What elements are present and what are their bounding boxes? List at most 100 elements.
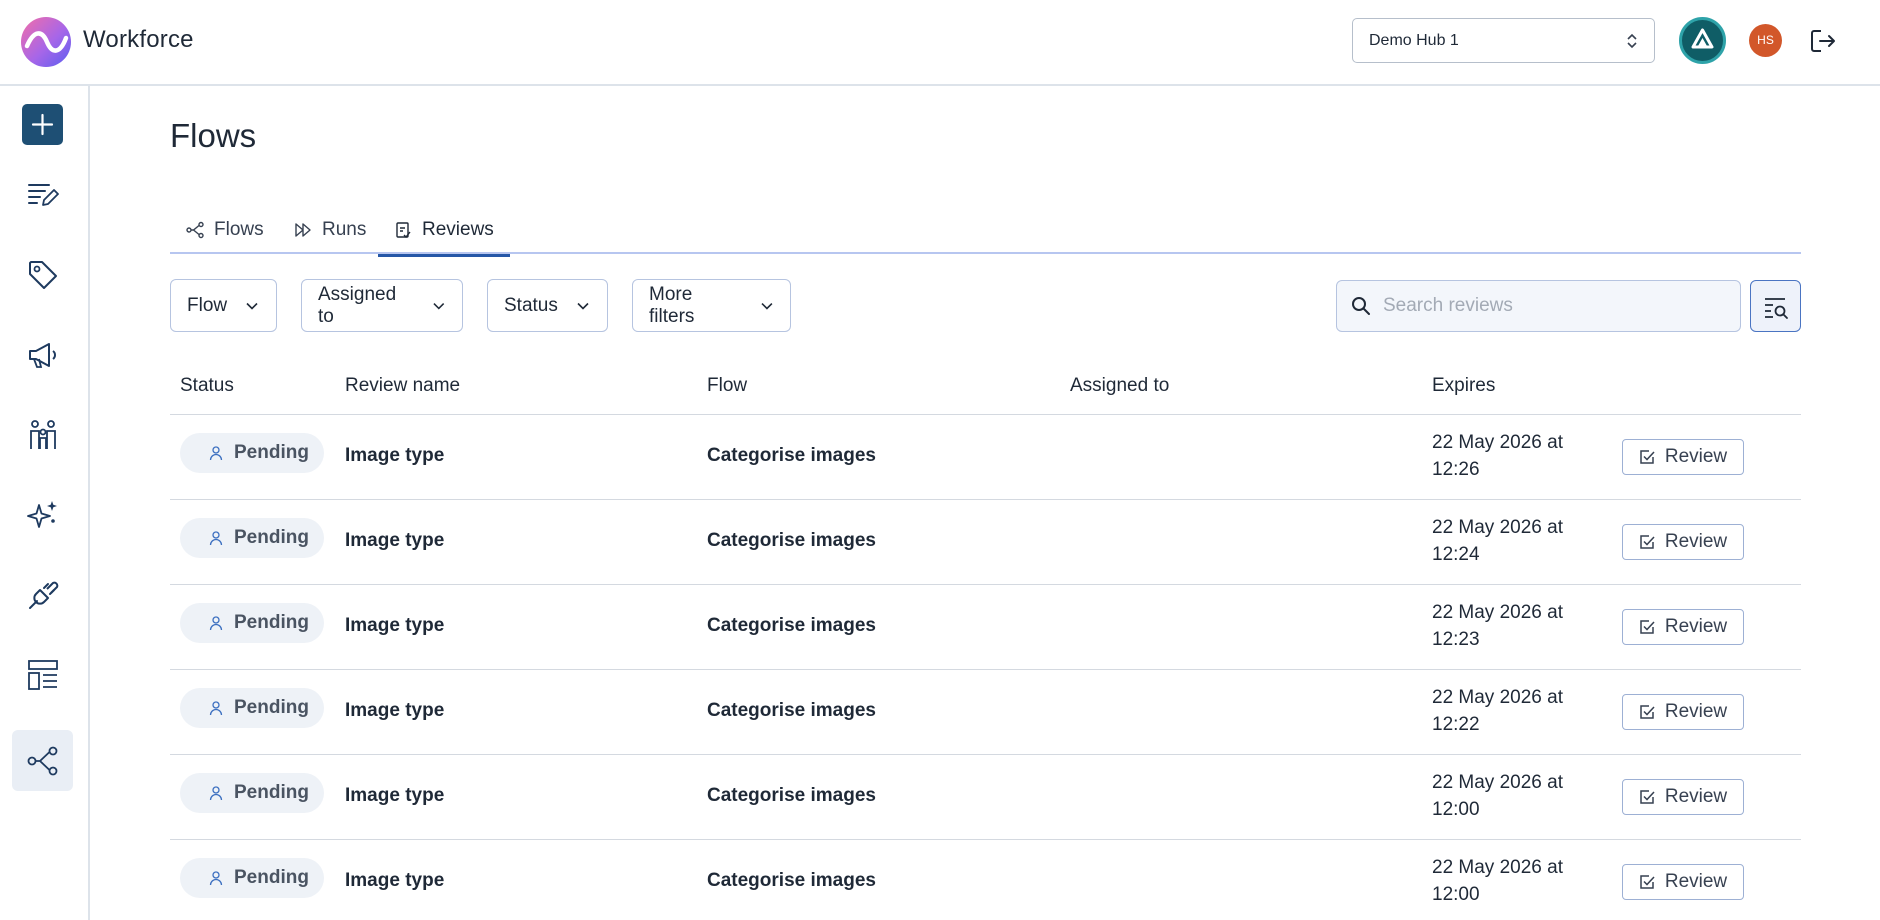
page-title: Flows — [170, 117, 257, 154]
review-button[interactable]: Review — [1622, 694, 1744, 730]
status-badge: Pending — [180, 518, 324, 558]
review-button-label: Review — [1664, 871, 1728, 892]
flow-name: Categorise images — [707, 785, 876, 806]
expires-line-1: 22 May 2026 at — [1432, 687, 1563, 708]
sidebar-item-templates[interactable] — [12, 644, 73, 705]
status-badge: Pending — [180, 603, 324, 643]
checkbox-icon — [1640, 789, 1655, 804]
review-button-label: Review — [1664, 616, 1728, 637]
review-name: Image type — [345, 785, 445, 806]
expires-line-1: 22 May 2026 at — [1432, 772, 1563, 793]
filter-status[interactable]: Status — [487, 279, 608, 332]
share-nodes-icon — [27, 746, 58, 776]
sidebar-item-tasks[interactable] — [12, 164, 73, 225]
org-avatar[interactable] — [1679, 17, 1726, 64]
tab-bar: Flows Runs Reviews — [170, 206, 1801, 257]
expires-date: 22 May 2026 at 12:26 — [1432, 429, 1582, 483]
flow-name: Categorise images — [707, 870, 876, 891]
person-icon — [209, 701, 223, 716]
user-avatar[interactable]: HS — [1749, 24, 1782, 57]
sidebar — [0, 86, 90, 920]
review-name: Image type — [345, 615, 445, 636]
column-header-flow: Flow — [707, 375, 748, 396]
app-name: Workforce — [83, 26, 194, 53]
edit-list-icon — [28, 184, 59, 206]
review-button-label: Review — [1664, 531, 1728, 552]
filter-assigned-to[interactable]: Assigned to — [301, 279, 463, 332]
review-button-label: Review — [1664, 701, 1728, 722]
expires-line-2: 12:00 — [1432, 884, 1480, 905]
review-button-label: Review — [1664, 786, 1728, 807]
person-icon — [209, 871, 223, 886]
filter-flow-label: Flow — [187, 294, 228, 316]
status-badge-label: Pending — [234, 527, 309, 548]
sidebar-item-create[interactable] — [22, 104, 63, 145]
table-row: Pending Image type Categorise images 22 … — [170, 500, 1801, 585]
sparkle-icon — [27, 501, 57, 528]
expires-line-2: 12:24 — [1432, 544, 1480, 565]
reviews-table: Status Review name Flow Assigned to Expi… — [170, 360, 1801, 920]
table-row: Pending Image type Categorise images 22 … — [170, 840, 1801, 920]
hub-select[interactable]: Demo Hub 1 — [1352, 18, 1655, 63]
status-badge-label: Pending — [234, 442, 309, 463]
tab-runs-label: Runs — [322, 219, 367, 240]
filter-more-label: More filters — [649, 283, 695, 327]
expires-line-2: 12:26 — [1432, 459, 1480, 480]
expires-line-1: 22 May 2026 at — [1432, 432, 1563, 453]
sidebar-item-flows[interactable] — [12, 730, 73, 791]
review-name: Image type — [345, 700, 445, 721]
clipboard-check-icon — [396, 222, 411, 239]
expires-date: 22 May 2026 at 12:00 — [1432, 854, 1582, 908]
status-badge: Pending — [180, 688, 324, 728]
expires-date: 22 May 2026 at 12:23 — [1432, 599, 1582, 653]
filter-flow[interactable]: Flow — [170, 279, 277, 332]
sidebar-item-ai[interactable] — [12, 484, 73, 545]
table-row: Pending Image type Categorise images 22 … — [170, 585, 1801, 670]
table-row: Pending Image type Categorise images 22 … — [170, 755, 1801, 840]
flow-name: Categorise images — [707, 700, 876, 721]
review-button[interactable]: Review — [1622, 439, 1744, 475]
review-button[interactable]: Review — [1622, 864, 1744, 900]
person-icon — [209, 786, 223, 801]
sidebar-item-campaigns[interactable] — [12, 324, 73, 385]
review-button[interactable]: Review — [1622, 779, 1744, 815]
people-icon — [30, 420, 56, 449]
sidebar-item-people[interactable] — [12, 404, 73, 465]
column-header-expires: Expires — [1432, 375, 1496, 396]
expires-line-2: 12:00 — [1432, 799, 1480, 820]
status-badge: Pending — [180, 858, 324, 898]
expires-line-1: 22 May 2026 at — [1432, 517, 1563, 538]
expires-date: 22 May 2026 at 12:24 — [1432, 514, 1582, 568]
status-badge-label: Pending — [234, 697, 309, 718]
review-name: Image type — [345, 870, 445, 891]
review-button[interactable]: Review — [1622, 524, 1744, 560]
workforce-logo-icon[interactable] — [20, 16, 72, 68]
status-badge-label: Pending — [234, 782, 309, 803]
tab-flows[interactable]: Flows — [170, 206, 280, 254]
chevron-down-icon — [577, 302, 589, 310]
expires-line-1: 22 May 2026 at — [1432, 857, 1563, 878]
checkbox-icon — [1640, 534, 1655, 549]
table-row: Pending Image type Categorise images 22 … — [170, 415, 1801, 500]
logout-icon[interactable] — [1808, 26, 1838, 56]
tab-reviews[interactable]: Reviews — [378, 206, 510, 257]
review-button[interactable]: Review — [1622, 609, 1744, 645]
person-icon — [209, 531, 223, 546]
sidebar-item-integrations[interactable] — [12, 564, 73, 625]
sidebar-item-labels[interactable] — [12, 244, 73, 305]
search-box — [1336, 280, 1741, 332]
plus-icon — [31, 113, 54, 136]
search-input[interactable] — [1383, 281, 1723, 331]
filter-more[interactable]: More filters — [632, 279, 791, 332]
review-name: Image type — [345, 530, 445, 551]
flow-name: Categorise images — [707, 615, 876, 636]
tab-runs[interactable]: Runs — [278, 206, 382, 254]
review-button-label: Review — [1664, 446, 1728, 467]
top-header: Workforce Demo Hub 1 HS — [0, 0, 1880, 86]
person-icon — [209, 446, 223, 461]
search-options-button[interactable] — [1750, 280, 1801, 332]
flow-name: Categorise images — [707, 445, 876, 466]
chevron-down-icon — [433, 302, 445, 310]
expires-line-1: 22 May 2026 at — [1432, 602, 1563, 623]
status-badge-label: Pending — [234, 867, 309, 888]
